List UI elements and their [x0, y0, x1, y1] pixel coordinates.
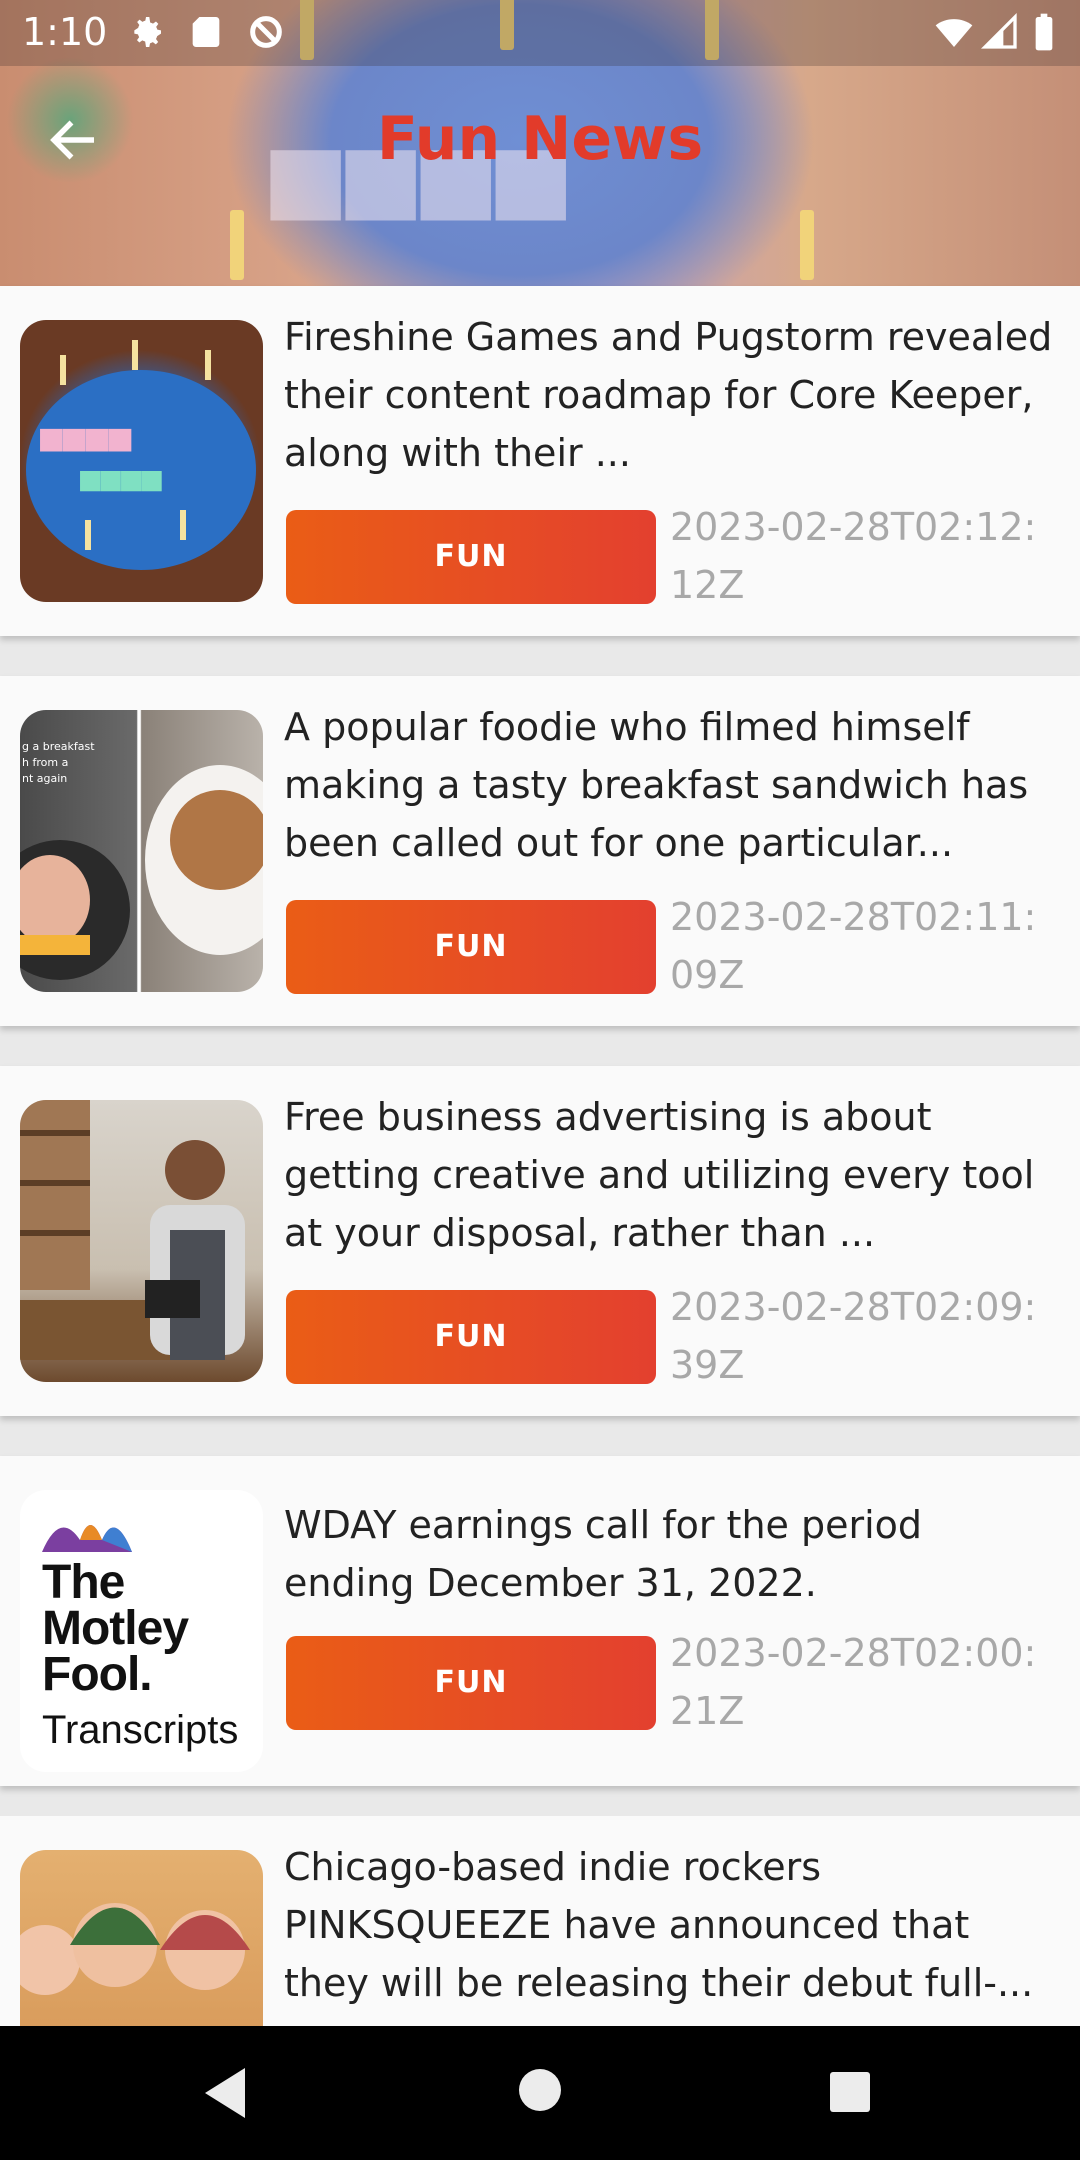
article-date: 2023-02-28T02:00:21Z — [670, 1631, 1037, 1733]
navigation-bar — [0, 2026, 1080, 2160]
sd-card-icon — [186, 12, 226, 52]
news-card[interactable]: Free business advertising is about getti… — [0, 1066, 1080, 1416]
fun-category-button[interactable]: FUN — [286, 510, 656, 604]
article-thumbnail: ■■■■ ■■■■ — [20, 320, 263, 602]
home-circle-icon[interactable] — [518, 2068, 562, 2116]
news-card[interactable]: g a breakfast h from a nt again A popula… — [0, 676, 1080, 1026]
data-saver-icon — [246, 12, 286, 52]
svg-text:■■■■: ■■■■ — [80, 459, 162, 499]
status-bar: 1:10 — [0, 0, 1080, 66]
wifi-icon — [934, 12, 974, 52]
article-thumbnail — [20, 1850, 263, 2050]
article-summary: Fireshine Games and Pugstorm revealed th… — [284, 315, 1053, 475]
gear-icon — [126, 12, 166, 52]
fun-category-button[interactable]: FUN — [286, 900, 656, 994]
news-card[interactable]: ■■■■ ■■■■ Fireshine Games and Pugstorm r… — [0, 286, 1080, 636]
candle-decoration — [230, 210, 244, 280]
article-summary: Free business advertising is about getti… — [284, 1095, 1035, 1255]
logo-text: The — [42, 1556, 125, 1609]
svg-text:nt again: nt again — [22, 772, 67, 785]
back-triangle-icon[interactable] — [200, 2066, 250, 2124]
page-title: Fun News — [376, 104, 704, 174]
svg-text:h from a: h from a — [22, 756, 68, 769]
article-summary: A popular foodie who filmed himself maki… — [284, 705, 1029, 865]
fun-category-button[interactable]: FUN — [286, 1290, 656, 1384]
battery-icon — [1032, 12, 1058, 52]
svg-text:g a breakfast: g a breakfast — [22, 740, 95, 753]
fun-category-button[interactable]: FUN — [286, 1636, 656, 1730]
logo-text: Fool. — [42, 1648, 153, 1701]
logo-text: Transcripts — [42, 1708, 239, 1752]
article-summary: WDAY earnings call for the period ending… — [284, 1503, 923, 1605]
news-card[interactable]: The Motley Fool. Transcripts WDAY earnin… — [0, 1456, 1080, 1786]
status-time: 1:10 — [22, 10, 108, 54]
article-date: 2023-02-28T02:11:09Z — [670, 895, 1037, 997]
article-date: 2023-02-28T02:12:12Z — [670, 505, 1037, 607]
candle-decoration — [800, 210, 814, 280]
svg-text:■■■■: ■■■■ — [40, 415, 132, 459]
news-card[interactable]: Chicago-based indie rockers PINKSQUEEZE … — [0, 1816, 1080, 2050]
article-date: 2023-02-28T02:09:39Z — [670, 1285, 1037, 1387]
logo-text: Motley — [42, 1602, 189, 1655]
article-thumbnail: g a breakfast h from a nt again — [20, 710, 263, 992]
recents-square-icon[interactable] — [828, 2070, 872, 2118]
article-thumbnail — [20, 1100, 263, 1382]
signal-icon — [980, 12, 1020, 52]
article-summary: Chicago-based indie rockers PINKSQUEEZE … — [284, 1845, 1034, 2005]
article-thumbnail: The Motley Fool. Transcripts — [20, 1490, 263, 1772]
